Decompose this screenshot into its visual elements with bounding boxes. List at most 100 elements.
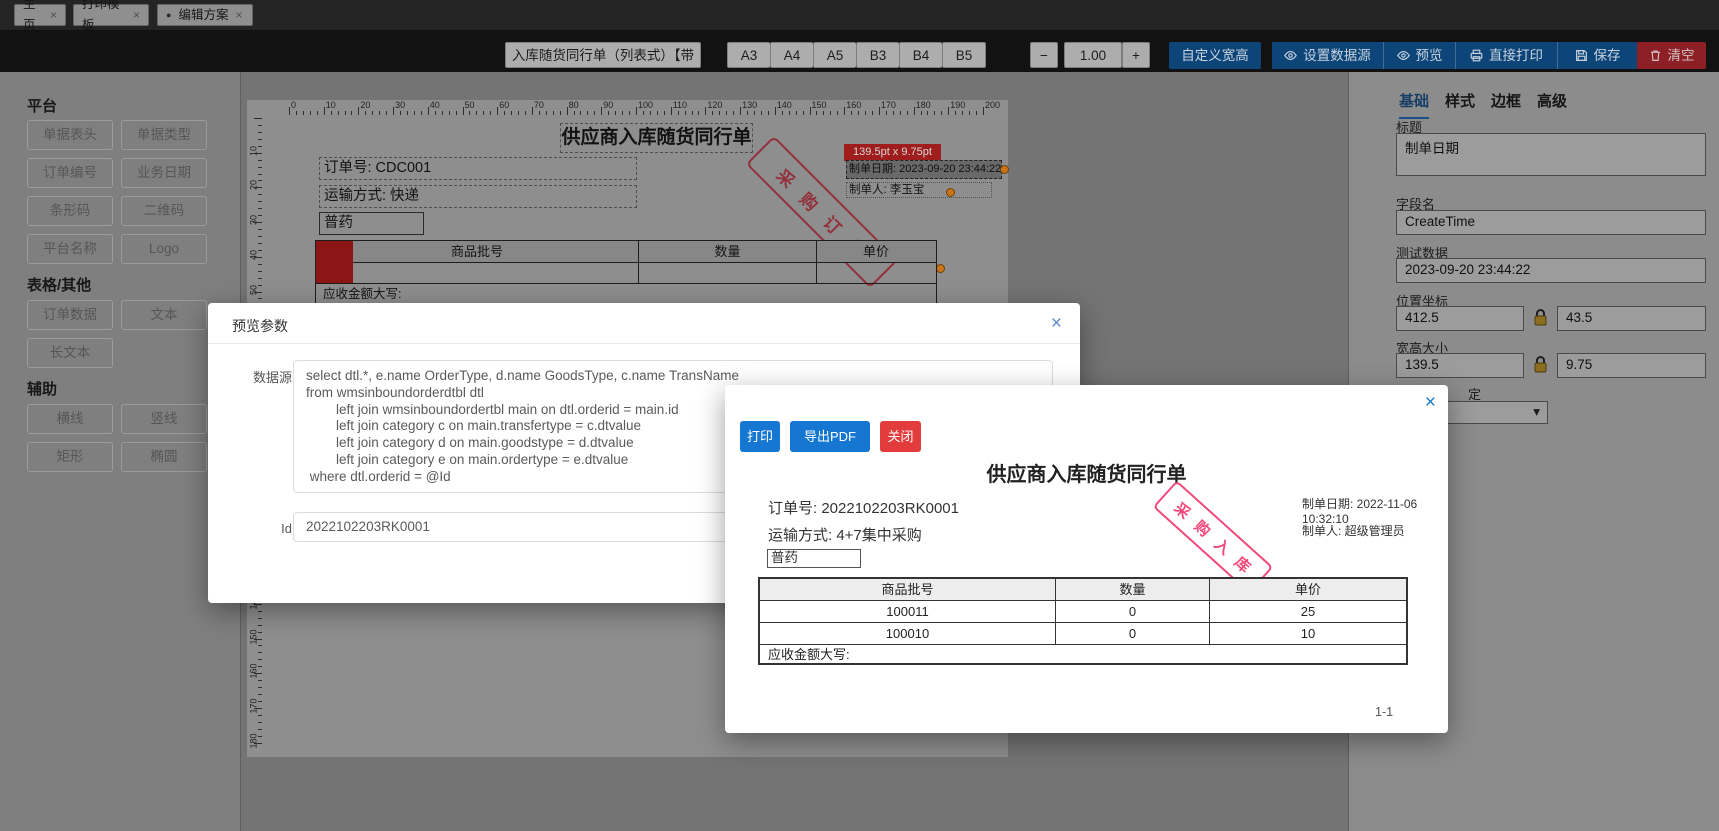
sidebar-item-barcode[interactable]: 条形码: [27, 196, 113, 226]
pos-y-field[interactable]: 43.5: [1557, 306, 1706, 331]
table-cell: 0: [1055, 601, 1209, 622]
close-icon[interactable]: ×: [50, 9, 57, 21]
doc-title-element[interactable]: 供应商入库随货同行单: [560, 123, 753, 153]
resize-handle[interactable]: [1000, 165, 1009, 174]
tab-border[interactable]: 边框: [1491, 90, 1521, 111]
ruler-number: 120: [707, 100, 723, 110]
paper-size-b4-button[interactable]: B4: [899, 42, 942, 68]
paper-size-b5-button[interactable]: B5: [942, 42, 986, 68]
tab-basic[interactable]: 基础: [1399, 90, 1430, 119]
size-h-field[interactable]: 9.75: [1557, 353, 1706, 378]
tab-edit-scheme[interactable]: ● 编辑方案 ×: [157, 4, 253, 26]
datasource-label: 数据源: [252, 370, 292, 385]
order-data-table-element[interactable]: 商品批号 数量 单价 应收金额大写:: [315, 240, 937, 305]
zoom-value-field[interactable]: 1.00: [1064, 42, 1122, 68]
pos-x-field[interactable]: 412.5: [1396, 306, 1524, 331]
sidebar-item-vline[interactable]: 竖线: [121, 404, 207, 434]
lock-icon[interactable]: [1532, 355, 1549, 374]
clear-button[interactable]: 清空: [1637, 42, 1706, 69]
paper-size-a4-button[interactable]: A4: [770, 42, 813, 68]
ruler-tick: [462, 107, 464, 115]
transport-element[interactable]: 运输方式: 快递: [319, 185, 637, 208]
close-icon[interactable]: ×: [235, 9, 242, 21]
order-no-element[interactable]: 订单号: CDC001: [319, 157, 637, 180]
ruler-number: 170: [880, 100, 896, 110]
resize-handle[interactable]: [936, 264, 945, 273]
ruler-tick: [913, 107, 915, 115]
preview-button[interactable]: 预览: [1384, 42, 1456, 69]
tab-style[interactable]: 样式: [1445, 90, 1475, 111]
ruler-tick: [740, 107, 742, 115]
close-icon[interactable]: ×: [133, 9, 140, 21]
set-datasource-button[interactable]: 设置数据源: [1272, 42, 1384, 69]
ruler-number: 160: [248, 663, 259, 679]
ruler-tick: [566, 107, 568, 115]
sidebar-item-doc-header[interactable]: 单据表头: [27, 120, 113, 150]
ruler-number: 150: [811, 100, 827, 110]
table-empty-cell: [316, 263, 638, 283]
zoom-out-button[interactable]: −: [1030, 42, 1058, 68]
preview-drug-type: 普药: [767, 549, 861, 568]
ruler-number: 20: [360, 100, 371, 110]
paper-size-a3-button[interactable]: A3: [727, 42, 770, 68]
sidebar-item-rect[interactable]: 矩形: [27, 442, 113, 472]
sidebar-item-order-no[interactable]: 订单编号: [27, 158, 113, 188]
template-name-field[interactable]: 入库随货同行单（列表式）【带: [505, 42, 701, 68]
print-button[interactable]: 打印: [740, 421, 780, 452]
paper-size-b3-button[interactable]: B3: [856, 42, 899, 68]
sidebar-item-hline[interactable]: 横线: [27, 404, 113, 434]
ruler-number: 110: [672, 100, 688, 110]
tab-print-template[interactable]: 打印模板 ×: [73, 0, 149, 32]
save-button[interactable]: 保存: [1558, 42, 1637, 69]
field-name-field[interactable]: CreateTime: [1396, 210, 1706, 235]
ruler-number: 180: [248, 733, 259, 749]
page-indicator: 1-1: [1375, 705, 1394, 719]
ruler-number: 140: [776, 100, 792, 110]
size-w-field[interactable]: 139.5: [1396, 353, 1524, 378]
preview-transport: 运输方式: 4+7集中采购: [768, 527, 922, 544]
save-icon: [1575, 50, 1587, 61]
ruler-tick: [289, 107, 290, 115]
zoom-in-button[interactable]: +: [1122, 42, 1150, 68]
close-icon[interactable]: ×: [1051, 314, 1062, 333]
button-label: 保存: [1593, 47, 1621, 63]
drug-type-element[interactable]: 普药: [319, 212, 424, 235]
made-date-element-selected[interactable]: 制单日期: 2023-09-20 23:44:22: [846, 160, 1002, 179]
ruler-tick: [774, 107, 776, 115]
tab-advanced[interactable]: 高级: [1537, 90, 1567, 111]
export-pdf-button[interactable]: 导出PDF: [790, 421, 870, 452]
tab-home[interactable]: 主页 ×: [14, 0, 66, 32]
custom-size-button[interactable]: 自定义宽高: [1169, 42, 1261, 69]
test-data-field[interactable]: 2023-09-20 23:44:22: [1396, 258, 1706, 283]
close-preview-button[interactable]: 关闭: [880, 421, 921, 452]
direct-print-button[interactable]: 直接打印: [1456, 42, 1558, 69]
sidebar-item-doc-type[interactable]: 单据类型: [121, 120, 207, 150]
close-icon[interactable]: ×: [1425, 393, 1436, 412]
ruler-number: 70: [533, 100, 544, 110]
sidebar-item-logo[interactable]: Logo: [121, 234, 207, 264]
paper-size-a5-button[interactable]: A5: [813, 42, 856, 68]
lock-icon[interactable]: [1532, 308, 1549, 327]
ruler-number: 200: [985, 100, 1001, 110]
ruler-number: 40: [248, 249, 259, 260]
table-header-cell: 商品批号: [450, 244, 503, 259]
title-field[interactable]: 制单日期: [1396, 133, 1706, 176]
selected-cell-marker[interactable]: [316, 241, 353, 283]
ruler-tick: [670, 107, 672, 115]
main-toolbar: 入库随货同行单（列表式）【带 A3 A4 A5 B3 B4 B5 − 1.00 …: [0, 30, 1719, 72]
resize-handle[interactable]: [946, 188, 955, 197]
sidebar-item-ellipse[interactable]: 椭圆: [121, 442, 207, 472]
sidebar-item-qrcode[interactable]: 二维码: [121, 196, 207, 226]
sidebar-item-biz-date[interactable]: 业务日期: [121, 158, 207, 188]
ruler-tick: [601, 107, 603, 115]
maker-element[interactable]: 制单人: 李玉宝: [846, 182, 992, 198]
ruler-corner: [247, 100, 262, 115]
sidebar-item-text[interactable]: 文本: [121, 300, 207, 330]
button-label: 预览: [1415, 47, 1443, 63]
app-window: 主页 × 打印模板 × ● 编辑方案 × 入库随货同行单（列表式）【带 A3 A…: [0, 0, 1719, 831]
sidebar-item-platform-name[interactable]: 平台名称: [27, 234, 113, 264]
ruler-number: 190: [950, 100, 966, 110]
sidebar-item-order-data[interactable]: 订单数据: [27, 300, 113, 330]
sidebar-item-long-text[interactable]: 长文本: [27, 338, 113, 368]
preview-maker: 制单人: 超级管理员: [1302, 524, 1405, 538]
